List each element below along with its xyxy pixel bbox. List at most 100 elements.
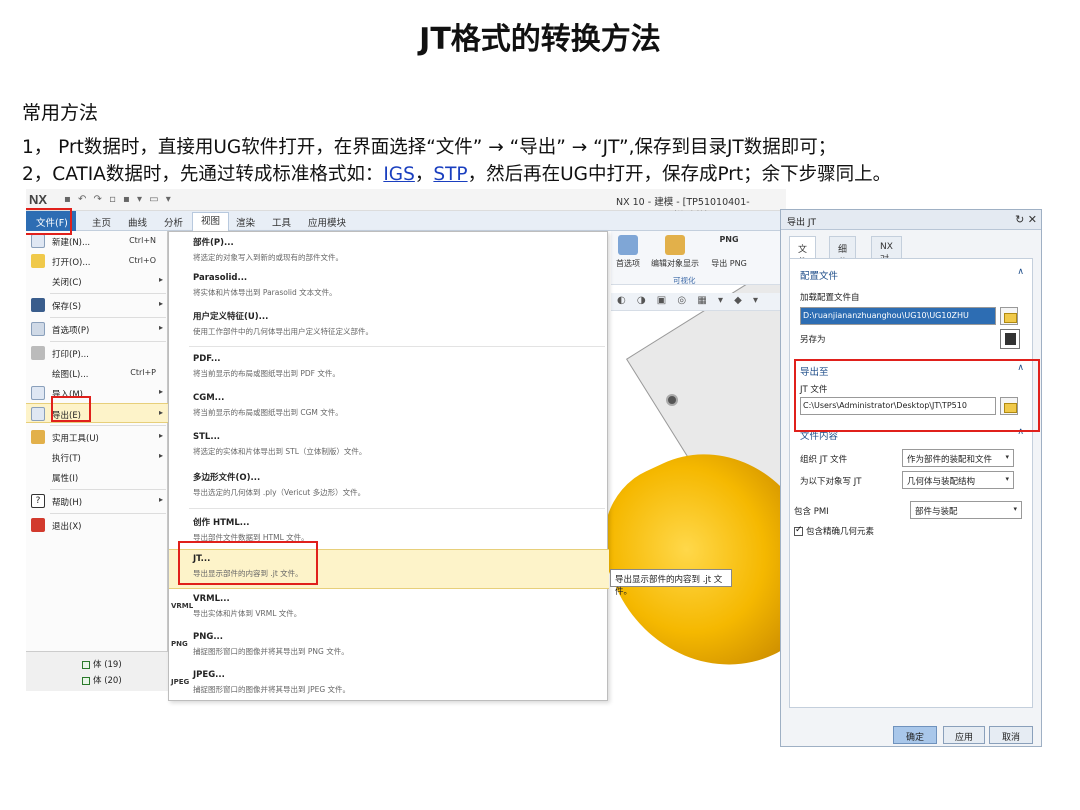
menu-item-plot[interactable]: 绘图(L)... Ctrl+P (26, 363, 168, 383)
menu-item-export[interactable]: 导出(E) ▸ (26, 403, 168, 423)
igs-link[interactable]: IGS (383, 164, 415, 185)
dropdown-value: 几何体与装配结构 (907, 477, 976, 487)
subheading: 常用方法 (22, 102, 99, 124)
preferences-icon (618, 235, 638, 255)
reset-close-icon[interactable]: ↻ ✕ (1015, 213, 1037, 226)
menu-item-properties[interactable]: 属性(I) (26, 467, 168, 487)
write-as-label: 为以下对象写 JT (800, 477, 862, 487)
load-config-field[interactable]: D:\ruanjiananzhuanghou\UG10\UG10ZHU (800, 307, 996, 325)
export-item-desc: 捕捉图形窗口的图像并将其导出到 JPEG 文件。 (193, 685, 351, 694)
section-config[interactable]: 配置文件 ∧ (790, 265, 1032, 283)
jt-file-field[interactable]: C:\Users\Administrator\Desktop\JT\TP510 (800, 397, 996, 415)
section-export-to[interactable]: 导出至 ∧ (790, 361, 1032, 379)
printer-icon (31, 346, 45, 360)
tab-view[interactable]: 视图 (192, 212, 230, 231)
write-as-dropdown[interactable]: 几何体与装配结构 ▾ (902, 471, 1014, 489)
tab-tessellation[interactable]: 细分 (829, 236, 857, 268)
ribbon-group-label: 可视化 (673, 276, 696, 285)
export-item-desc: 导出实体和片体到 VRML 文件。 (193, 609, 302, 618)
menu-item-new[interactable]: 新建(N)... Ctrl+N (26, 231, 168, 251)
checkbox-icon[interactable] (82, 676, 90, 685)
ok-button[interactable]: 确定 (893, 726, 937, 744)
export-item-name: JT... (193, 554, 211, 564)
checkbox-icon[interactable] (82, 660, 90, 669)
menu-item-utilities[interactable]: 实用工具(U) ▸ (26, 427, 168, 447)
export-item-jpeg[interactable]: JPEG JPEG... 捕捉图形窗口的图像并将其导出到 JPEG 文件。 (169, 666, 609, 706)
vrml-icon: VRML (171, 602, 194, 610)
menu-item-print[interactable]: 打印(P)... (26, 343, 168, 363)
dialog-body: 配置文件 ∧ 加载配置文件自 D:\ruanjiananzhuanghou\UG1… (789, 258, 1033, 708)
edit-display-label: 编辑对象显示 (651, 259, 699, 268)
menu-label: 执行(T) (52, 454, 81, 464)
tab-tools[interactable]: 工具 (272, 215, 291, 229)
tab-analysis[interactable]: 分析 (164, 215, 183, 229)
chevron-down-icon: ▾ (1005, 475, 1009, 483)
section-label: 配置文件 (800, 271, 839, 282)
menu-item-import[interactable]: 导入(M) ▸ (26, 383, 168, 403)
menu-item-preferences[interactable]: 首选项(P) ▸ (26, 319, 168, 339)
tab-file[interactable]: 文件 (789, 236, 817, 268)
load-config-label: 加载配置文件自 (800, 293, 860, 303)
export-item-parasolid[interactable]: Parasolid... 将实体和片体导出到 Parasolid 文本文件。 (169, 269, 609, 309)
chevron-right-icon: ▸ (158, 275, 163, 284)
menu-file[interactable]: 文件(F) (26, 211, 76, 231)
export-item-udf[interactable]: 用户定义特征(U)... 使用工作部件中的几何体导出用户定义特征定义部件。 (169, 306, 609, 346)
file-menu: 新建(N)... Ctrl+N 打开(O)... Ctrl+O 关闭(C) ▸ 保存(… (26, 231, 168, 651)
menu-item-help[interactable]: ? 帮助(H) ▸ (26, 491, 168, 511)
tab-curve[interactable]: 曲线 (128, 215, 147, 229)
divider (189, 508, 605, 509)
export-item-stl[interactable]: STL... 将选定的实体和片体导出到 STL（立体制版）文件。 (169, 428, 609, 468)
section-label: 导出至 (800, 367, 829, 378)
chevron-down-icon: ▾ (1005, 453, 1009, 461)
chevron-right-icon: ▸ (158, 451, 163, 460)
dialog-title-bar: 导出 JT ↻ ✕ (781, 210, 1041, 230)
export-item-part[interactable]: 部件(P)... 将选定的对象写入到新的或现有的部件文件。 (169, 232, 609, 272)
edit-object-display-button[interactable]: 编辑对象显示 (645, 235, 705, 269)
divider (50, 425, 166, 426)
menu-item-open[interactable]: 打开(O)... Ctrl+O (26, 251, 168, 271)
stp-link[interactable]: STP (433, 164, 467, 185)
export-item-html[interactable]: 创作 HTML... 导出部件文件数据到 HTML 文件。 (169, 512, 609, 552)
checkbox-checked-icon[interactable] (794, 525, 803, 536)
export-item-name: CGM... (193, 393, 225, 403)
tab-application[interactable]: 应用模块 (308, 215, 346, 229)
export-png-button[interactable]: PNG 导出 PNG (709, 235, 749, 269)
export-item-cgm[interactable]: CGM... 将当前显示的布局或图纸导出到 CGM 文件。 (169, 389, 609, 429)
checkbox-label: 包含精确几何元素 (806, 527, 875, 537)
tab-nx-objects[interactable]: NX 对象 (871, 236, 902, 278)
tab-home[interactable]: 主页 (92, 215, 111, 229)
organize-dropdown[interactable]: 作为部件的装配和文件 ▾ (902, 449, 1014, 467)
tree-row[interactable]: 体 (19) (82, 658, 122, 670)
export-item-pdf[interactable]: PDF... 将当前显示的布局或图纸导出到 PDF 文件。 (169, 350, 609, 390)
menu-item-exit[interactable]: 退出(X) (26, 515, 168, 535)
apply-button[interactable]: 应用 (943, 726, 985, 744)
pmi-dropdown[interactable]: 部件与装配 ▾ (910, 501, 1022, 519)
view-toolbar[interactable]: ◐ ◑ ▣ ◎ ▦ ▾ ◆ ▾ (611, 293, 786, 311)
export-item-jt[interactable]: JT... 导出显示部件的内容到 .jt 文件。 (169, 549, 609, 589)
export-item-vrml[interactable]: VRML VRML... 导出实体和片体到 VRML 文件。 (169, 590, 609, 630)
precise-geom-checkbox[interactable]: 包含精确几何元素 (794, 525, 874, 537)
menu-label: 首选项(P) (52, 326, 90, 336)
exit-icon (31, 518, 45, 532)
chevron-right-icon: ▸ (158, 323, 163, 332)
browse-folder-icon[interactable] (1000, 397, 1018, 415)
tree-row[interactable]: 体 (20) (82, 674, 122, 686)
tab-render[interactable]: 渲染 (236, 215, 255, 229)
menu-item-save[interactable]: 保存(S) ▸ (26, 295, 168, 315)
shortcut: Ctrl+N (129, 236, 156, 245)
export-item-polygon[interactable]: 多边形文件(O)... 导出选定的几何体到 .ply（Vericut 多边形）文件… (169, 467, 609, 507)
menu-label: 关闭(C) (52, 278, 82, 288)
divider (50, 317, 166, 318)
divider (189, 346, 605, 347)
export-item-name: 用户定义特征(U)... (193, 312, 269, 322)
menu-item-close[interactable]: 关闭(C) ▸ (26, 271, 168, 291)
quick-access-toolbar[interactable]: ▪ ↶ ↷ ▫ ▪ ▾ ▭ ▾ (64, 194, 173, 205)
export-item-png[interactable]: PNG PNG... 捕捉图形窗口的图像并将其导出到 PNG 文件。 (169, 628, 609, 668)
preferences-button[interactable]: 首选项 (615, 235, 641, 269)
step-1-text: 1， Prt数据时，直接用UG软件打开，在界面选择“文件” → “导出” → “… (22, 137, 837, 158)
save-as-icon[interactable] (1000, 329, 1020, 349)
menu-item-execute[interactable]: 执行(T) ▸ (26, 447, 168, 467)
section-file-content[interactable]: 文件内容 ∧ (790, 425, 1032, 443)
browse-folder-icon[interactable] (1000, 307, 1018, 325)
cancel-button[interactable]: 取消 (989, 726, 1033, 744)
